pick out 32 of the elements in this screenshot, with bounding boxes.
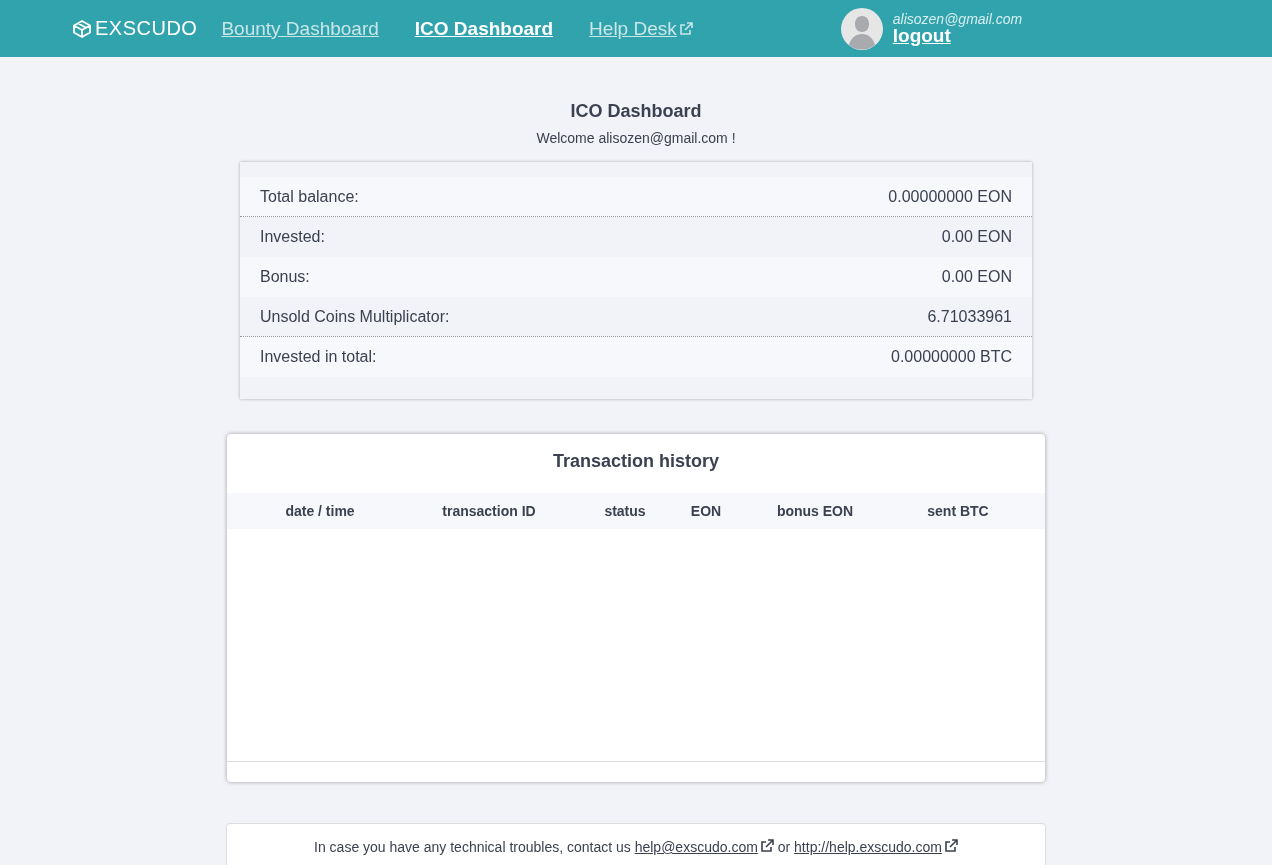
row-value: 6.71033961: [927, 307, 1012, 326]
row-label: Unsold Coins Multiplicator:: [260, 307, 450, 326]
external-link-icon: [759, 839, 774, 853]
nav-link[interactable]: ICO Dashboard: [414, 17, 554, 40]
column-header: EON: [689, 503, 723, 519]
row-label: Invested:: [260, 228, 325, 246]
nav-link[interactable]: Bounty Dashboard: [221, 17, 379, 40]
column-header: status: [603, 503, 647, 519]
logout-link[interactable]: logout: [892, 27, 951, 45]
row-value: 0.00 EON: [941, 228, 1012, 246]
row-value: 0.00 EON: [941, 268, 1012, 286]
support-note: In case you have any technical troubles, contact us help@exscudo.com or http://help.exscudo.com: [314, 839, 958, 855]
nav-link[interactable]: Help Desk: [589, 17, 693, 40]
column-header: transaction ID: [441, 503, 537, 519]
column-header: bonus EON: [775, 503, 855, 519]
logo-text: EXSCUDO: [95, 17, 198, 40]
row-label: Bonus:: [260, 268, 310, 286]
column-header: date / time: [284, 503, 356, 519]
row-label: Invested in total:: [260, 348, 377, 366]
row-value: 0.00000000 BTC: [891, 348, 1012, 366]
row-label: Total balance:: [260, 187, 359, 206]
column-header: sent BTC: [926, 503, 990, 519]
cube-logo-icon: [72, 18, 92, 39]
help-site-link[interactable]: http://help.exscudo.com: [794, 839, 958, 855]
avatar-icon: [840, 7, 883, 50]
row-value: 0.00000000 EON: [888, 187, 1012, 206]
user-email: alisozen@gmail.com: [892, 11, 1023, 27]
email-link[interactable]: help@exscudo.com: [634, 839, 774, 855]
page-title: ICO Dashboard: [570, 101, 702, 122]
external-link-icon: [943, 839, 958, 853]
card-title: Transaction history: [551, 451, 720, 472]
welcome-text: Welcome alisozen@gmail.com !: [536, 130, 736, 146]
